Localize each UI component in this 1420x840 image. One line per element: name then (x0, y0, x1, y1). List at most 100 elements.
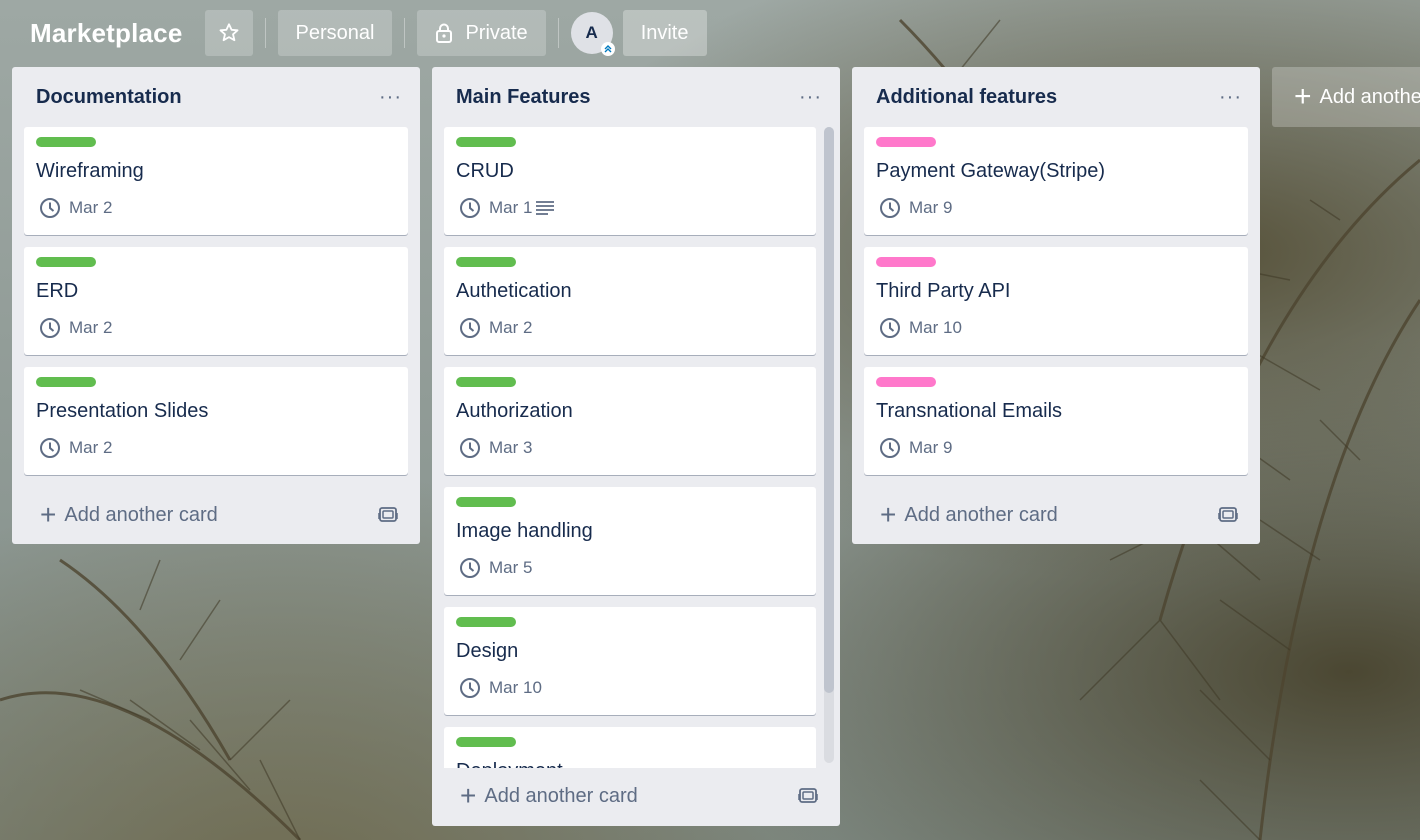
card-scroll-area[interactable]: CRUD Mar 1 Authetication Mar 2 Authoriza… (432, 127, 840, 768)
visibility-button[interactable]: Private (417, 10, 546, 56)
list-footer: + Add another card (432, 768, 840, 824)
card-label[interactable] (456, 617, 516, 627)
card-label[interactable] (876, 137, 936, 147)
due-date: Mar 5 (489, 558, 533, 577)
list-title[interactable]: Documentation (36, 86, 182, 109)
card-label[interactable] (876, 377, 936, 387)
clock-icon (460, 558, 480, 578)
card-label[interactable] (456, 497, 516, 507)
invite-button[interactable]: Invite (622, 10, 707, 56)
due-date: Mar 9 (909, 198, 953, 217)
list-title[interactable]: Main Features (456, 86, 590, 109)
card-template-icon[interactable] (798, 786, 818, 806)
plus-icon: + (40, 499, 57, 530)
clock-icon (880, 198, 900, 218)
header-divider (557, 18, 559, 48)
scrollbar-thumb[interactable] (824, 127, 834, 693)
card[interactable]: Wireframing Mar 2 (24, 127, 408, 235)
card-template-icon[interactable] (1218, 505, 1238, 525)
due-date-badge[interactable]: Mar 5 (456, 557, 804, 579)
card-label[interactable] (36, 137, 96, 147)
due-date-badge[interactable]: Mar 2 (36, 317, 396, 339)
card[interactable]: Image handling Mar 5 (444, 487, 816, 595)
card[interactable]: Third Party API Mar 10 (864, 247, 1248, 355)
clock-icon (880, 318, 900, 338)
card-title: Authetication (456, 280, 572, 302)
star-icon (219, 23, 238, 42)
clock-icon (40, 318, 60, 338)
list-header: Additional features ··· (852, 67, 1260, 127)
list-main-features: Main Features ··· CRUD Mar 1 Autheticati… (432, 67, 840, 826)
card-label[interactable] (36, 257, 96, 267)
list-menu-icon[interactable]: ··· (1219, 87, 1242, 107)
add-list-button[interactable]: + Add another list (1272, 67, 1420, 127)
card-template-icon[interactable] (378, 505, 398, 525)
description-icon (536, 201, 555, 215)
due-date-badge[interactable]: Mar 9 (876, 437, 1236, 459)
add-card-label: Add another card (64, 503, 218, 526)
add-list-label: Add another list (1319, 85, 1420, 108)
member-avatar[interactable]: A (570, 12, 615, 56)
card-label[interactable] (456, 137, 516, 147)
card-title: Transnational Emails (876, 400, 1063, 422)
plus-icon: + (1294, 80, 1312, 113)
card[interactable]: CRUD Mar 1 (444, 127, 816, 235)
add-card-button[interactable]: + Add another card (880, 501, 1058, 529)
card[interactable]: Deployment (444, 727, 816, 768)
due-date: Mar 2 (69, 438, 113, 457)
add-card-label: Add another card (484, 784, 638, 807)
due-date: Mar 10 (489, 678, 542, 697)
card-label[interactable] (456, 737, 516, 747)
due-date: Mar 2 (489, 318, 533, 337)
board-title[interactable]: Marketplace (30, 18, 183, 49)
clock-icon (460, 678, 480, 698)
admin-badge-icon (600, 42, 615, 56)
card-label[interactable] (36, 377, 96, 387)
card-list: Payment Gateway(Stripe) Mar 9 Third Part… (852, 127, 1260, 475)
due-date-badge[interactable]: Mar 10 (456, 677, 804, 699)
card[interactable]: Presentation Slides Mar 2 (24, 367, 408, 475)
due-date-badge[interactable]: Mar 9 (876, 197, 1236, 219)
card-list: Wireframing Mar 2 ERD Mar 2 Presentation… (12, 127, 420, 475)
list-header: Documentation ··· (12, 67, 420, 127)
card[interactable]: Transnational Emails Mar 9 (864, 367, 1248, 475)
workspace-button[interactable]: Personal (277, 10, 393, 56)
add-card-label: Add another card (904, 503, 1058, 526)
due-date-badge[interactable]: Mar 2 (456, 317, 804, 339)
due-date-badge[interactable]: Mar 10 (876, 317, 1236, 339)
card-label[interactable] (876, 257, 936, 267)
card-title: ERD (36, 280, 79, 302)
card-label[interactable] (456, 257, 516, 267)
visibility-label: Private (465, 21, 528, 44)
clock-icon (40, 438, 60, 458)
board-header: Marketplace Personal Private A Invite (0, 0, 1420, 66)
card[interactable]: Payment Gateway(Stripe) Mar 9 (864, 127, 1248, 235)
add-card-button[interactable]: + Add another card (40, 501, 218, 529)
due-date-badge[interactable]: Mar 2 (36, 197, 396, 219)
header-divider (404, 18, 406, 48)
list-menu-icon[interactable]: ··· (379, 87, 402, 107)
header-divider (264, 18, 266, 48)
card[interactable]: ERD Mar 2 (24, 247, 408, 355)
list-additional-features: Additional features ··· Payment Gateway(… (852, 67, 1260, 544)
card-title: Authorization (456, 400, 573, 422)
list-footer: + Add another card (852, 487, 1260, 543)
card-label[interactable] (456, 377, 516, 387)
due-date: Mar 2 (69, 318, 113, 337)
card[interactable]: Design Mar 10 (444, 607, 816, 715)
due-date-badge[interactable]: Mar 3 (456, 437, 804, 459)
list-menu-icon[interactable]: ··· (799, 87, 822, 107)
star-board-button[interactable] (204, 10, 253, 56)
due-date-badge[interactable]: Mar 2 (36, 437, 396, 459)
card-title: CRUD (456, 160, 514, 182)
card-list: CRUD Mar 1 Authetication Mar 2 Authoriza… (432, 127, 840, 768)
due-date-badge[interactable]: Mar 1 (456, 197, 804, 219)
add-card-button[interactable]: + Add another card (460, 782, 638, 810)
card-title: Wireframing (36, 160, 144, 182)
list-title[interactable]: Additional features (876, 86, 1057, 109)
card[interactable]: Authetication Mar 2 (444, 247, 816, 355)
due-date: Mar 9 (909, 438, 953, 457)
card-title: Third Party API (876, 280, 1011, 302)
clock-icon (880, 438, 900, 458)
card[interactable]: Authorization Mar 3 (444, 367, 816, 475)
